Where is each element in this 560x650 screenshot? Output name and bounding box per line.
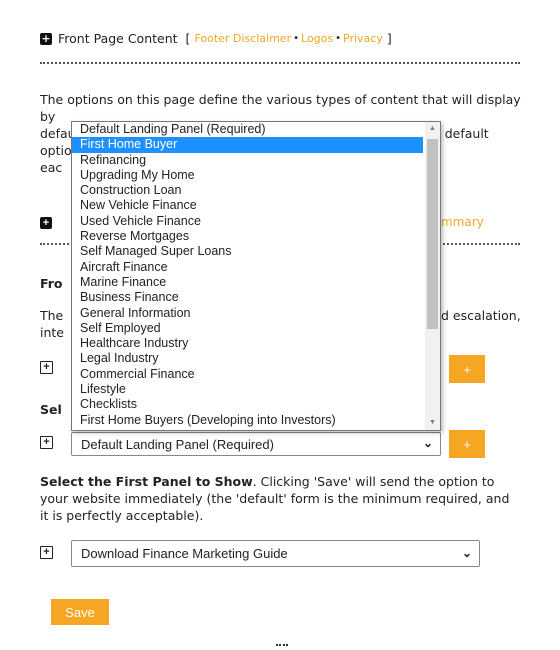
select-heading: Sel: [40, 402, 62, 417]
bracket-open: [: [185, 31, 191, 46]
dropdown-option[interactable]: General Information: [72, 306, 423, 321]
divider: [40, 62, 520, 64]
para-line-end: d escalation,: [441, 308, 521, 323]
panel-select[interactable]: Default Landing Panel (Required) ⌄: [71, 432, 441, 456]
dropdown-option[interactable]: First Home Buyer: [72, 137, 423, 153]
separator: •: [335, 33, 342, 44]
dropdown-option[interactable]: Aircraft Finance: [72, 260, 423, 275]
dropdown-option[interactable]: Healthcare Industry: [72, 336, 423, 351]
dropdown-option[interactable]: First Home Buyers (Developing into Inves…: [72, 413, 423, 428]
section-heading: Fro: [40, 276, 63, 291]
first-panel-description: Select the First Panel to Show. Clicking…: [40, 473, 520, 524]
expand-row-icon[interactable]: +: [40, 361, 53, 374]
expand-row-icon[interactable]: +: [40, 546, 53, 559]
dropdown-option[interactable]: New Vehicle Finance: [72, 198, 423, 213]
dropdown-option[interactable]: Checklists: [72, 397, 423, 412]
section-title: Front Page Content: [58, 31, 178, 46]
chevron-down-icon: ⌄: [422, 436, 433, 450]
expand-icon[interactable]: +: [40, 217, 52, 229]
link-logos[interactable]: Logos: [301, 32, 333, 45]
expand-row-icon[interactable]: +: [40, 436, 53, 449]
dropdown-option[interactable]: Legal Industry: [72, 351, 423, 366]
chevron-down-icon: ⌄: [461, 546, 472, 560]
dropdown-option[interactable]: Used Vehicle Finance: [72, 214, 423, 229]
dropdown-option[interactable]: Lifestyle: [72, 382, 423, 397]
expand-icon[interactable]: +: [40, 32, 52, 45]
panel-select-value: Default Landing Panel (Required): [81, 436, 274, 452]
dropdown-option[interactable]: Commercial Finance: [72, 367, 423, 382]
section-header: + Front Page Content [ Footer Disclaimer…: [40, 31, 392, 46]
scroll-down-arrow-icon[interactable]: ▼: [425, 416, 440, 430]
separator: •: [293, 33, 300, 44]
first-panel-select[interactable]: Download Finance Marketing Guide ⌄: [71, 540, 480, 567]
intro-line-1: The options on this page define the vari…: [40, 92, 521, 124]
dropdown-option[interactable]: Marine Finance: [72, 275, 423, 290]
add-panel-button[interactable]: +: [449, 355, 485, 383]
scrollbar[interactable]: ▲ ▼: [425, 122, 440, 430]
dropdown-option[interactable]: Construction Loan: [72, 183, 423, 198]
dropdown-option[interactable]: Upgrading My Home: [72, 168, 423, 183]
para-line: The: [40, 308, 64, 323]
add-panel-button[interactable]: +: [449, 430, 485, 458]
scroll-thumb[interactable]: [427, 139, 438, 329]
link-summary[interactable]: mmary: [441, 215, 484, 229]
link-privacy[interactable]: Privacy: [343, 32, 383, 45]
para-line: inte: [40, 325, 64, 340]
scroll-up-arrow-icon[interactable]: ▲: [425, 122, 440, 136]
section-paragraph: The inte: [40, 307, 64, 341]
dropdown-option[interactable]: Self Employed: [72, 321, 423, 336]
dropdown-option[interactable]: Reverse Mortgages: [72, 229, 423, 244]
first-panel-select-value: Download Finance Marketing Guide: [81, 546, 288, 561]
more-icon: [276, 644, 288, 650]
save-button[interactable]: Save: [51, 599, 109, 625]
dropdown-option[interactable]: Self Managed Super Loans: [72, 244, 423, 259]
first-panel-heading: Select the First Panel to Show: [40, 474, 253, 489]
dropdown-option[interactable]: Default Landing Panel (Required): [72, 122, 423, 137]
dropdown-option[interactable]: Business Finance: [72, 290, 423, 305]
panel-options-dropdown[interactable]: Default Landing Panel (Required) First Ho…: [71, 121, 441, 431]
link-footer-disclaimer[interactable]: Footer Disclaimer: [194, 32, 291, 45]
bracket-close: ]: [386, 31, 392, 46]
dropdown-option[interactable]: Refinancing: [72, 153, 423, 168]
